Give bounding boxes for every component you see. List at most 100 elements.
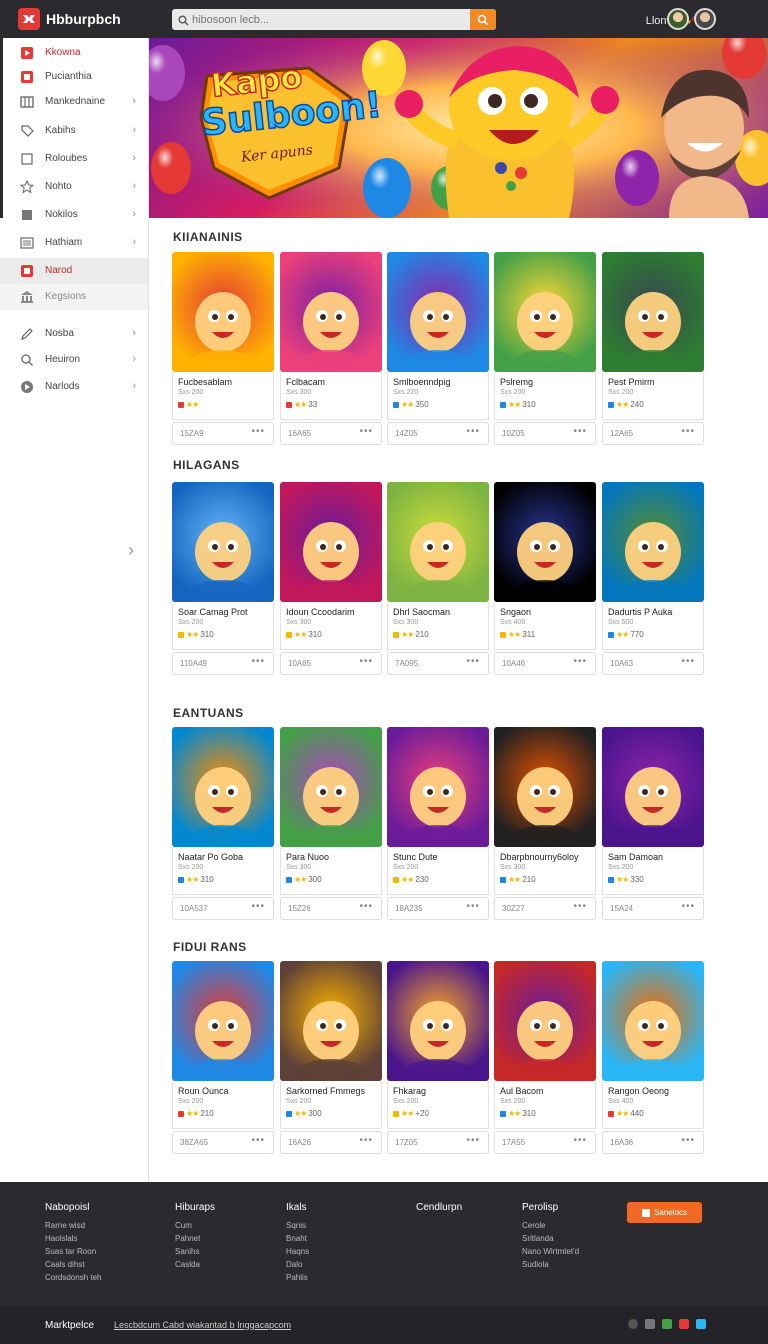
footer-link[interactable]: Nano Wirtmtet'd bbox=[522, 1245, 579, 1258]
game-thumbnail[interactable] bbox=[494, 482, 596, 602]
more-options-icon[interactable]: ••• bbox=[681, 901, 695, 912]
sidebar-item-roloubes[interactable]: Roloubes › bbox=[0, 146, 148, 172]
game-thumbnail[interactable] bbox=[494, 727, 596, 847]
game-action-box[interactable]: 30Z27 ••• bbox=[494, 897, 596, 920]
more-options-icon[interactable]: ••• bbox=[466, 426, 480, 437]
game-action-box[interactable]: 16A36 ••• bbox=[602, 1131, 704, 1154]
sidebar-item-pucianthia[interactable]: Pucianthia bbox=[0, 64, 148, 90]
more-options-icon[interactable]: ••• bbox=[359, 656, 373, 667]
search-button[interactable] bbox=[470, 9, 496, 30]
game-action-box[interactable]: 14Z05 ••• bbox=[387, 422, 489, 445]
game-card[interactable]: Sngaon Sxs 400 ★★ 311 10A46 ••• bbox=[494, 482, 596, 675]
game-title[interactable]: Dbarpbnourny6oloy bbox=[500, 852, 594, 862]
more-options-icon[interactable]: ••• bbox=[251, 1135, 265, 1146]
game-action-box[interactable]: 16A26 ••• bbox=[280, 1131, 382, 1154]
more-options-icon[interactable]: ••• bbox=[359, 901, 373, 912]
game-thumbnail[interactable] bbox=[280, 961, 382, 1081]
game-thumbnail[interactable] bbox=[602, 961, 704, 1081]
game-action-box[interactable]: 18A235 ••• bbox=[387, 897, 489, 920]
sidebar-item-nohto[interactable]: Nohto › bbox=[0, 174, 148, 200]
game-title[interactable]: Smlboenndpig bbox=[393, 377, 487, 387]
sidebar-item-kkowna[interactable]: Kkowna bbox=[0, 40, 148, 66]
game-card[interactable]: Dbarpbnourny6oloy Sxs 300 ★★ 210 30Z27 ••• bbox=[494, 727, 596, 920]
game-action-box[interactable]: 110A49 ••• bbox=[172, 652, 274, 675]
twitter-icon[interactable] bbox=[696, 1319, 706, 1329]
game-title[interactable]: Dadurtis P Auka bbox=[608, 607, 702, 617]
avatar[interactable] bbox=[667, 8, 689, 30]
game-card[interactable]: Pest Pmirm Sxs 200 ★★ 240 12A65 ••• bbox=[602, 252, 704, 445]
game-title[interactable]: Naatar Po Goba bbox=[178, 852, 272, 862]
more-options-icon[interactable]: ••• bbox=[681, 656, 695, 667]
game-card[interactable]: Fclbacam Sxs 300 ★★ 33 16A65 ••• bbox=[280, 252, 382, 445]
game-thumbnail[interactable] bbox=[494, 961, 596, 1081]
more-options-icon[interactable]: ••• bbox=[573, 656, 587, 667]
game-thumbnail[interactable] bbox=[172, 961, 274, 1081]
search-bar[interactable] bbox=[172, 9, 496, 30]
game-action-box[interactable]: 15Z26 ••• bbox=[280, 897, 382, 920]
game-card[interactable]: Roun Ounca Sxs 200 ★★ 210 38ZA65 ••• bbox=[172, 961, 274, 1154]
footer-link[interactable]: Cordsdonsh teh bbox=[45, 1271, 101, 1284]
footer-link[interactable]: Dalo bbox=[286, 1258, 309, 1271]
game-card[interactable]: Soar Camag Prot Sxs 200 ★★ 310 110A49 ••• bbox=[172, 482, 274, 675]
sidebar-item-heuiron[interactable]: Heuiron › bbox=[0, 347, 148, 373]
footer-link[interactable]: Rarne wisd bbox=[45, 1219, 101, 1232]
sidebar-item-kegsions[interactable]: Kegsions bbox=[0, 284, 148, 310]
more-options-icon[interactable]: ••• bbox=[359, 426, 373, 437]
game-thumbnail[interactable] bbox=[387, 482, 489, 602]
game-title[interactable]: Sarkorned Fmmegs bbox=[286, 1086, 380, 1096]
more-options-icon[interactable]: ••• bbox=[359, 1135, 373, 1146]
user-avatar[interactable] bbox=[694, 8, 716, 30]
game-thumbnail[interactable] bbox=[387, 727, 489, 847]
more-options-icon[interactable]: ••• bbox=[681, 426, 695, 437]
game-thumbnail[interactable] bbox=[172, 727, 274, 847]
footer-link[interactable]: Pahnet bbox=[175, 1232, 215, 1245]
sidebar-item-mankednaine[interactable]: Mankednaine › bbox=[0, 89, 148, 115]
logo[interactable]: Hbburpbch bbox=[18, 8, 121, 30]
game-title[interactable]: Idoun Ccoodarim bbox=[286, 607, 380, 617]
game-action-box[interactable]: 17A55 ••• bbox=[494, 1131, 596, 1154]
game-action-box[interactable]: 10A63 ••• bbox=[602, 652, 704, 675]
footer-link[interactable]: Cum bbox=[175, 1219, 215, 1232]
footer-link[interactable]: Cerole bbox=[522, 1219, 579, 1232]
game-action-box[interactable]: 15A24 ••• bbox=[602, 897, 704, 920]
footer-link[interactable]: Sudiola bbox=[522, 1258, 579, 1271]
more-options-icon[interactable]: ••• bbox=[573, 901, 587, 912]
game-title[interactable]: Fhkarag bbox=[393, 1086, 487, 1096]
game-title[interactable]: Pslremg bbox=[500, 377, 594, 387]
footer-link[interactable]: Haolslals bbox=[45, 1232, 101, 1245]
more-options-icon[interactable]: ••• bbox=[681, 1135, 695, 1146]
footer-link[interactable]: Sanihs bbox=[175, 1245, 215, 1258]
sidebar-item-nosba[interactable]: Nosba › bbox=[0, 321, 148, 347]
game-thumbnail[interactable] bbox=[494, 252, 596, 372]
sidebar-item-nokilos[interactable]: Nokilos › bbox=[0, 202, 148, 228]
more-options-icon[interactable]: ••• bbox=[466, 901, 480, 912]
footer-link[interactable]: Caals dihst bbox=[45, 1258, 101, 1271]
search-input[interactable] bbox=[192, 11, 462, 28]
game-action-box[interactable]: 10A65 ••• bbox=[280, 652, 382, 675]
game-title[interactable]: Para Nuoo bbox=[286, 852, 380, 862]
game-card[interactable]: Pslremg Sxs 200 ★★ 310 10Z05 ••• bbox=[494, 252, 596, 445]
game-action-box[interactable]: 10Z05 ••• bbox=[494, 422, 596, 445]
game-card[interactable]: Naatar Po Goba Sxs 200 ★★ 310 10A537 ••• bbox=[172, 727, 274, 920]
game-title[interactable]: Pest Pmirm bbox=[608, 377, 702, 387]
game-title[interactable]: Sam Damoan bbox=[608, 852, 702, 862]
game-title[interactable]: Aul Bacom bbox=[500, 1086, 594, 1096]
game-thumbnail[interactable] bbox=[602, 252, 704, 372]
game-thumbnail[interactable] bbox=[280, 482, 382, 602]
game-thumbnail[interactable] bbox=[172, 482, 274, 602]
game-thumbnail[interactable] bbox=[387, 961, 489, 1081]
game-title[interactable]: Soar Camag Prot bbox=[178, 607, 272, 617]
game-action-box[interactable]: 10A46 ••• bbox=[494, 652, 596, 675]
game-thumbnail[interactable] bbox=[602, 727, 704, 847]
footer-action-button[interactable]: Sanelocs bbox=[627, 1202, 702, 1223]
game-title[interactable]: Stunc Dute bbox=[393, 852, 487, 862]
game-card[interactable]: Stunc Dute Sxs 200 ★★ 230 18A235 ••• bbox=[387, 727, 489, 920]
game-action-box[interactable]: 38ZA65 ••• bbox=[172, 1131, 274, 1154]
more-options-icon[interactable]: ••• bbox=[251, 426, 265, 437]
game-action-box[interactable]: 12A65 ••• bbox=[602, 422, 704, 445]
game-action-box[interactable]: 7A095 ••• bbox=[387, 652, 489, 675]
facebook-icon[interactable] bbox=[645, 1319, 655, 1329]
game-card[interactable]: Dhrl Saocman Sxs 300 ★★ 210 7A095 ••• bbox=[387, 482, 489, 675]
youtube-icon[interactable] bbox=[679, 1319, 689, 1329]
game-card[interactable]: Para Nuoo Sxs 300 ★★ 300 15Z26 ••• bbox=[280, 727, 382, 920]
